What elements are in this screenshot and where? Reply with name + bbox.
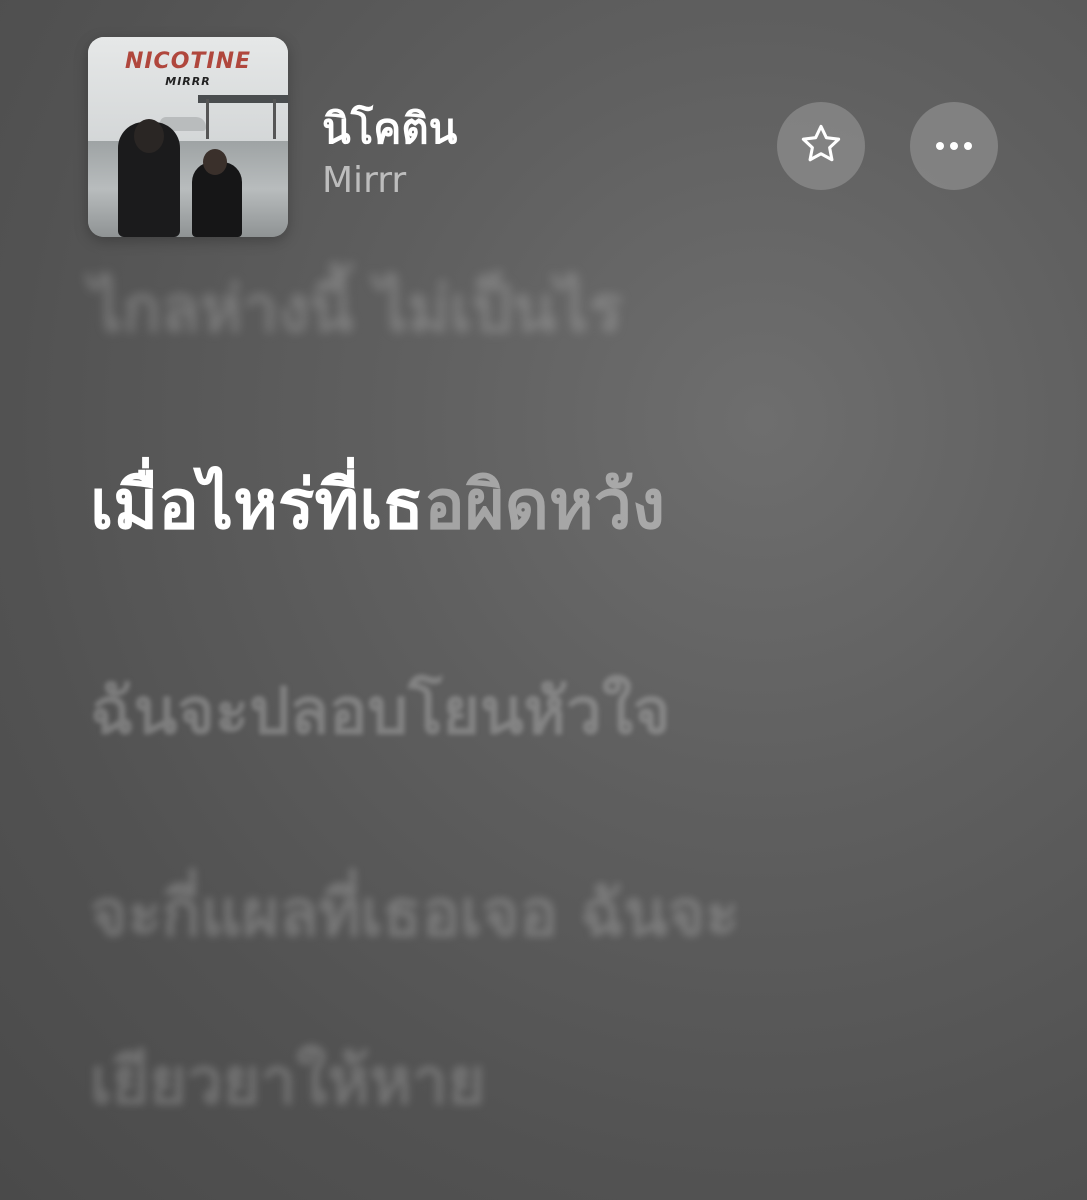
lyric-line-next-3[interactable]: เยียวยาให้หาย [90, 1030, 485, 1132]
lyric-line-next-2[interactable]: จะกี่แผลที่เธอเจอ ฉันจะ [90, 862, 739, 964]
album-artwork[interactable]: NICOTINE MIRRR [88, 37, 288, 237]
song-title: นิโคติน [322, 104, 458, 153]
artwork-person-head [203, 149, 227, 175]
lyric-unsung-portion: อผิดหวัง [424, 466, 666, 545]
artwork-pole [206, 99, 209, 139]
artwork-artist: MIRRR [165, 75, 211, 88]
artist-name[interactable]: Mirrr [322, 160, 406, 201]
favorite-button[interactable] [777, 102, 865, 190]
lyric-line-current[interactable]: เมื่อไหร่ที่เธอผิดหวัง [90, 450, 665, 558]
artwork-pole [273, 99, 276, 139]
more-options-button[interactable] [910, 102, 998, 190]
ellipsis-icon [936, 142, 972, 150]
artwork-title: NICOTINE [124, 49, 252, 74]
lyrics-screen: NICOTINE MIRRR นิโคติน Mirrr ไกลห่างนี้ … [0, 0, 1087, 1200]
star-outline-icon [798, 121, 844, 171]
lyric-sung-portion: เมื่อไหร่ที่เธ [90, 466, 425, 545]
lyric-line-next[interactable]: ฉันจะปลอบโยนหัวใจ [90, 660, 671, 762]
artwork-person-head [134, 119, 164, 153]
lyric-line-previous[interactable]: ไกลห่างนี้ ไม่เป็นไร [90, 258, 623, 360]
